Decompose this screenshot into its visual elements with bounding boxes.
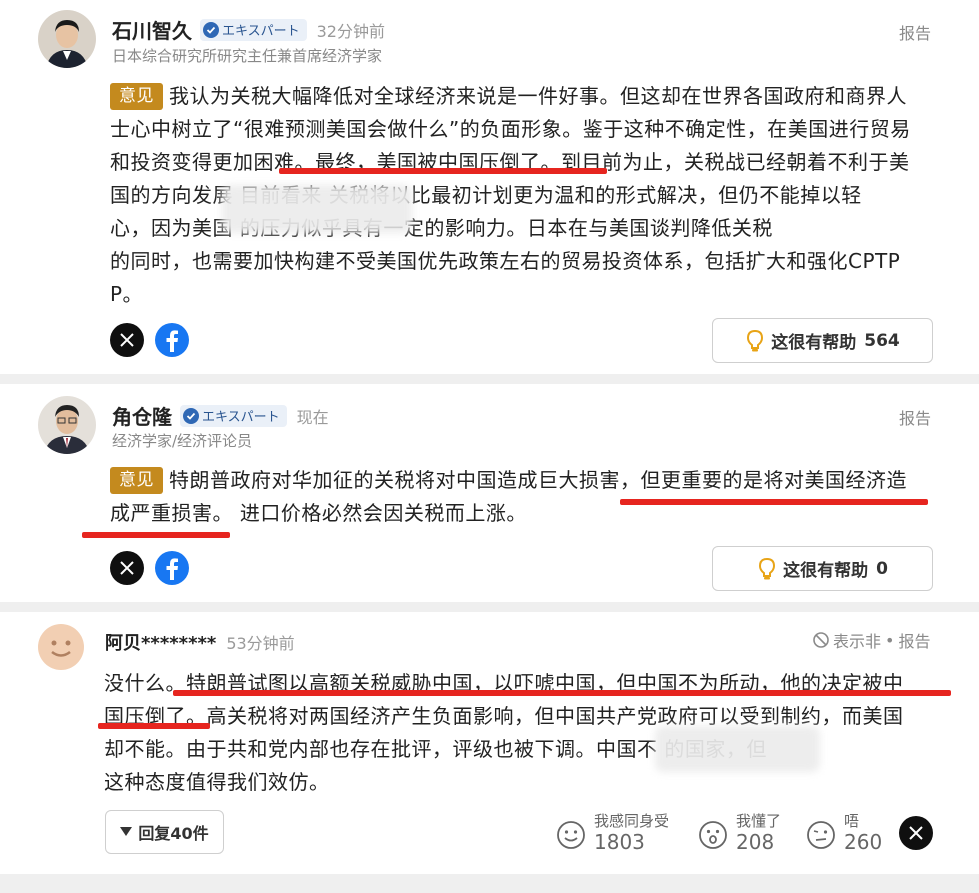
comment-card: 阿贝******** 53分钟前 表示非 • 报告 没什么。特朗普试图以高额关税… xyxy=(0,612,979,874)
report-link[interactable]: 报告 xyxy=(899,20,931,44)
hide-link[interactable]: 表示非 xyxy=(833,628,881,652)
author-name[interactable]: 石川智久 xyxy=(112,15,192,44)
hide-icon xyxy=(813,632,829,648)
report-link[interactable]: 报告 xyxy=(899,405,931,429)
dot-separator: • xyxy=(885,630,895,650)
helpful-button[interactable]: 这很有帮助 564 xyxy=(712,318,933,363)
opinion-tag: 意见 xyxy=(110,83,163,110)
thinking-face-icon xyxy=(807,821,835,849)
check-icon xyxy=(183,407,199,424)
author-name[interactable]: 角仓隆 xyxy=(112,401,172,430)
comment-body: 没什么。特朗普试图以高额关税威胁中国，以吓唬中国，但中国不为所动，他的决定被中 … xyxy=(104,667,954,799)
divider xyxy=(0,874,979,893)
body-line: 这种态度值得我们效仿。 xyxy=(104,770,330,794)
reply-label: 回复40件 xyxy=(138,824,209,843)
lightbulb-icon xyxy=(747,329,764,351)
red-underline xyxy=(279,168,607,174)
timestamp: 32分钟前 xyxy=(316,21,385,41)
comment-card: 角仓隆 エキスパート 现在 经济学家/经济评论员 报告 意见 特朗普政府对华加征的… xyxy=(0,384,979,602)
comment-body: 意见 特朗普政府对华加征的关税将对中国造成巨大损害，但更重要的是将对美国经济造 成… xyxy=(110,464,940,530)
x-share-icon[interactable] xyxy=(110,323,144,357)
divider xyxy=(0,374,979,384)
x-share-icon[interactable] xyxy=(110,551,144,585)
helpful-button[interactable]: 这很有帮助 0 xyxy=(712,546,933,591)
facebook-share-icon[interactable] xyxy=(155,323,189,357)
avatar[interactable] xyxy=(38,624,84,670)
author-title: 经济学家/经济评论员 xyxy=(112,432,253,450)
comment-card: 石川智久 エキスパート 32分钟前 日本综合研究所研究主任兼首席经济学家 报告 … xyxy=(0,0,979,374)
red-underline xyxy=(173,690,951,696)
body-line: P。 xyxy=(110,282,144,306)
timestamp: 现在 xyxy=(296,407,329,427)
report-link[interactable]: 报告 xyxy=(898,628,930,652)
reaction-label: 我懂了 xyxy=(736,812,782,830)
surprised-face-icon xyxy=(699,821,727,849)
badge-label: エキスパート xyxy=(222,24,300,39)
helpful-count: 0 xyxy=(876,558,888,579)
smile-face-icon xyxy=(557,821,585,849)
avatar[interactable] xyxy=(38,10,96,68)
helpful-label: 这很有帮助 xyxy=(771,333,857,353)
body-line: 国压倒了。高关税将对两国经济产生负面影响，但中国共产党政府可以受到制约，而美国 xyxy=(104,704,904,728)
timestamp: 53分钟前 xyxy=(226,634,295,653)
author-title: 日本综合研究所研究主任兼首席经济学家 xyxy=(112,47,383,65)
red-underline xyxy=(620,499,928,505)
reaction-count: 208 xyxy=(736,830,775,854)
body-line: 的同时，也需要加快构建不受美国优先政策左右的贸易投资体系，包括扩大和强化CPTP xyxy=(110,249,901,273)
caret-down-icon xyxy=(120,827,133,836)
expert-badge: エキスパート xyxy=(200,18,307,41)
avatar[interactable] xyxy=(38,396,96,454)
body-line: 和投资变得更加困难。最终，美国被中国压倒了。到目前为止，关税战已经朝着不利于美 xyxy=(110,150,910,174)
reaction-understand[interactable]: 我懂了 208 xyxy=(698,812,781,854)
x-share-icon[interactable] xyxy=(899,816,933,850)
lightbulb-icon xyxy=(759,557,776,579)
redaction-blur xyxy=(222,185,412,233)
body-line: 却不能。由于共和党内部也存在批评，评级也被下调。中国不 的国家，但 xyxy=(104,737,767,761)
red-underline xyxy=(82,532,230,538)
reaction-label: 我感同身受 xyxy=(594,812,670,830)
expert-badge: エキスパート xyxy=(180,404,287,427)
reaction-label: 唔 xyxy=(844,812,860,830)
body-line: 意见 我认为关税大幅降低对全球经济来说是一件好事。但这却在世界各国政府和商界人 xyxy=(110,80,940,113)
redaction-blur xyxy=(655,726,820,772)
author-name[interactable]: 阿贝******** xyxy=(105,629,216,655)
body-line: 意见 特朗普政府对华加征的关税将对中国造成巨大损害，但更重要的是将对美国经济造 xyxy=(110,464,940,497)
badge-label: エキスパート xyxy=(202,410,280,425)
reaction-count: 260 xyxy=(844,830,883,854)
reply-toggle-button[interactable]: 回复40件 xyxy=(105,810,224,854)
facebook-share-icon[interactable] xyxy=(155,551,189,585)
reaction-hmm[interactable]: 唔 260 xyxy=(806,812,882,854)
reaction-empathize[interactable]: 我感同身受 1803 xyxy=(556,812,669,854)
divider xyxy=(0,602,979,612)
opinion-tag: 意见 xyxy=(110,467,163,494)
red-underline xyxy=(98,723,210,729)
check-icon xyxy=(203,21,219,38)
report-actions: 表示非 • 报告 xyxy=(812,628,930,652)
helpful-count: 564 xyxy=(864,330,900,351)
reaction-count: 1803 xyxy=(594,830,645,854)
body-line: 士心中树立了“很难预测美国会做什么”的负面形象。鉴于这种不确定性，在美国进行贸易 xyxy=(110,117,911,141)
helpful-label: 这很有帮助 xyxy=(783,561,869,581)
